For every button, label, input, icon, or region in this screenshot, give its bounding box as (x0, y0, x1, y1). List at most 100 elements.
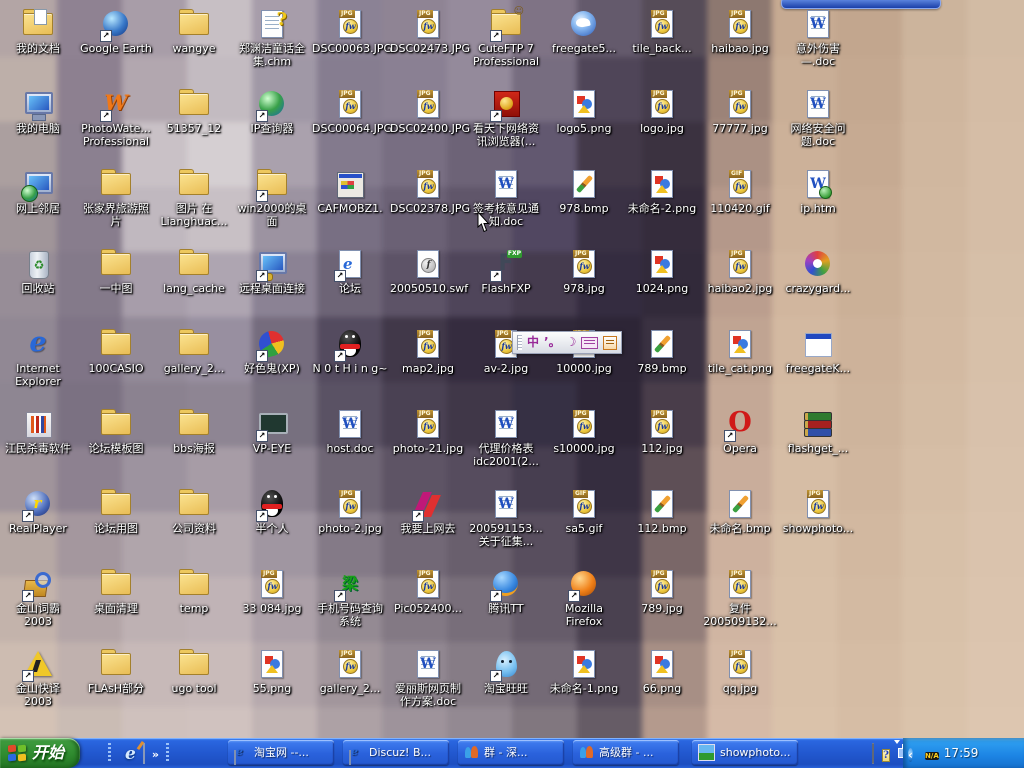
desktop-icon[interactable]: ugo tool (156, 648, 232, 695)
quick-launch-grip[interactable] (108, 743, 111, 763)
start-button[interactable]: 开始 (0, 738, 80, 768)
desktop-icon[interactable]: gallery_2... (156, 328, 232, 375)
desktop-icon[interactable]: ↗VP-EYE (234, 408, 310, 455)
desktop-icon[interactable]: crazygard... (780, 248, 856, 295)
taskbar-button[interactable]: eDiscuz! B... (343, 740, 449, 765)
desktop-icon[interactable]: Wip.htm (780, 168, 856, 215)
desktop-icon[interactable]: CAFMOBZ1. (312, 168, 388, 215)
desktop-icon[interactable]: JPGfwDSC02400.JPG (390, 88, 466, 135)
desktop-icon[interactable]: 公司资料 (156, 488, 232, 535)
desktop-icon[interactable]: 一中图 (78, 248, 154, 295)
desktop-icon[interactable]: 图片 在Lianghuac... (156, 168, 232, 228)
desktop-icon[interactable]: ↗腾讯TT (468, 568, 544, 615)
desktop-icon[interactable]: JPGfwgallery_2... (312, 648, 388, 695)
more-chevron-quick-launch-icon[interactable]: » (152, 743, 159, 764)
soft-keyboard-icon[interactable] (581, 337, 598, 349)
desktop-icon[interactable]: wangye (156, 8, 232, 55)
desktop-icon[interactable]: JPGfwDSC02473.JPG (390, 8, 466, 55)
desktop-icon[interactable]: 51357_12 (156, 88, 232, 135)
desktop-icon[interactable]: W爱丽斯网页制作方案.doc (390, 648, 466, 708)
desktop-icon[interactable]: r↗RealPlayer (0, 488, 76, 535)
desktop-icon[interactable]: W200591153...关于征集... (468, 488, 544, 548)
show-desktop-quick-launch-icon[interactable] (143, 744, 145, 763)
desktop-icon[interactable]: 梁↗手机号码查询系统 (312, 568, 388, 628)
desktop-icon[interactable]: JPGfwtile_back... (624, 8, 700, 55)
desktop-icon[interactable]: 张家界旅游照片 (78, 168, 154, 228)
desktop-icon[interactable]: 我的文档 (0, 8, 76, 55)
desktop-icon[interactable]: ↗MozillaFirefox (546, 568, 622, 628)
desktop-icon[interactable]: JPGfwshowphoto... (780, 488, 856, 535)
desktop-icon[interactable]: JPGfwphoto-21.jpg (390, 408, 466, 455)
desktop-icon[interactable]: ?郑渊洁童话全集.chm (234, 8, 310, 68)
taskbar-grip[interactable] (166, 743, 169, 763)
desktop-icon[interactable]: 978.bmp (546, 168, 622, 215)
desktop-icon[interactable]: JPGfwmap2.jpg (390, 328, 466, 375)
desktop-icon[interactable]: ↗金山词霸2003 (0, 568, 76, 628)
desktop-icon[interactable]: 55.png (234, 648, 310, 695)
desktop-icon[interactable]: ↗IP查询器 (234, 88, 310, 135)
desktop-icon[interactable]: JPGfw978.jpg (546, 248, 622, 295)
desktop-icon[interactable]: 未命名-2.png (624, 168, 700, 215)
desktop-icon[interactable]: tile_cat.png (702, 328, 778, 375)
desktop-icon[interactable]: GIFfw110420.gif (702, 168, 778, 215)
desktop-icon[interactable]: JPGfws10000.jpg (546, 408, 622, 455)
desktop-icon[interactable]: 论坛模板图 (78, 408, 154, 455)
desktop-icon[interactable]: JPGfwlogo.jpg (624, 88, 700, 135)
desktop-icon[interactable]: JPGfwhaibao.jpg (702, 8, 778, 55)
window-switcher-tray-icon[interactable] (898, 744, 900, 763)
desktop-icon[interactable]: ↗淘宝旺旺 (468, 648, 544, 695)
desktop-icon[interactable]: eInternetExplorer (0, 328, 76, 388)
desktop-icon[interactable]: JPGfwDSC02378.JPG (390, 168, 466, 215)
ime-floating-bar[interactable]: 中’。☽ (512, 331, 622, 354)
desktop-icon[interactable]: FFXP↗FlashFXP (468, 248, 544, 295)
punctuation-mode-icon[interactable]: ’。 (544, 332, 561, 353)
desktop-icon[interactable]: freegate5... (546, 8, 622, 55)
tray-clock[interactable]: 17:59 (944, 738, 979, 768)
taskbar-button[interactable]: 群 - 深... (458, 740, 564, 765)
ime-menu-icon[interactable] (603, 336, 617, 350)
desktop-icon[interactable]: ↗Google Earth (78, 8, 154, 55)
desktop-icon[interactable]: flashget_... (780, 408, 856, 455)
desktop-icon[interactable]: JPGfw33 084.jpg (234, 568, 310, 615)
desktop-icon[interactable]: JPGfwPic052400... (390, 568, 466, 615)
desktop-icon[interactable]: W网络安全问题.doc (780, 88, 856, 148)
desktop-icon[interactable]: JPGfw复件200509132... (702, 568, 778, 628)
desktop-icon[interactable]: 江民杀毒软件 (0, 408, 76, 455)
desktop-icon[interactable]: W代理价格表idc2001(2... (468, 408, 544, 468)
desktop-icon[interactable]: ↗看天下网络资讯浏览器(... (468, 88, 544, 148)
desktop-icon[interactable]: ♻回收站 (0, 248, 76, 295)
internet-explorer-quick-launch-icon[interactable]: e (125, 744, 136, 763)
desktop-icon[interactable]: 112.bmp (624, 488, 700, 535)
desktop-icon[interactable]: temp (156, 568, 232, 615)
desktop-icon[interactable]: 100CASIO (78, 328, 154, 375)
desktop-icon[interactable]: ↗我要上网去 (390, 488, 466, 535)
desktop-icon[interactable]: GIFfwsa5.gif (546, 488, 622, 535)
desktop-icon[interactable]: 1024.png (624, 248, 700, 295)
desktop-icon[interactable]: ☺↗CuteFTP 7Professional (468, 8, 544, 68)
desktop-icon[interactable]: JPGfwhaibao2.jpg (702, 248, 778, 295)
ime-drag-handle[interactable] (517, 335, 522, 350)
nvidia-na-badge-tray-icon[interactable]: N/A (925, 743, 939, 764)
desktop-icon[interactable]: freegateK... (780, 328, 856, 375)
desktop-icon[interactable]: e↗论坛 (312, 248, 388, 295)
desktop-icon[interactable]: logo5.png (546, 88, 622, 135)
desktop-icon[interactable]: 未命名-1.png (546, 648, 622, 695)
fullwidth-mode-icon[interactable]: ☽ (566, 332, 577, 353)
collapse-chevron-tray-icon[interactable]: ‹ (908, 744, 913, 763)
desktop-icon[interactable]: 我的电脑 (0, 88, 76, 135)
desktop-icon[interactable]: ↗金山快译2003 (0, 648, 76, 708)
desktop-icon[interactable]: 66.png (624, 648, 700, 695)
desktop-icon[interactable]: 未命名.bmp (702, 488, 778, 535)
desktop-icon[interactable]: FLAsH部分 (78, 648, 154, 695)
desktop-icon[interactable]: ↗N 0 t H i n g~ (312, 328, 388, 375)
desktop-icon[interactable]: Whost.doc (312, 408, 388, 455)
desktop-icon[interactable]: JPGfw789.jpg (624, 568, 700, 615)
desktop-icon[interactable]: JPGfw77777.jpg (702, 88, 778, 135)
desktop-icon[interactable]: 论坛用图 (78, 488, 154, 535)
desktop-icon[interactable]: 789.bmp (624, 328, 700, 375)
taskbar-button[interactable]: 高级群 - ... (573, 740, 679, 765)
desktop-icon[interactable]: f20050510.swf (390, 248, 466, 295)
taskbar-button[interactable]: showphoto... (692, 740, 798, 765)
chinese-mode-icon[interactable]: 中 (527, 332, 539, 353)
desktop-icon[interactable]: ↗好色鬼(XP) (234, 328, 310, 375)
